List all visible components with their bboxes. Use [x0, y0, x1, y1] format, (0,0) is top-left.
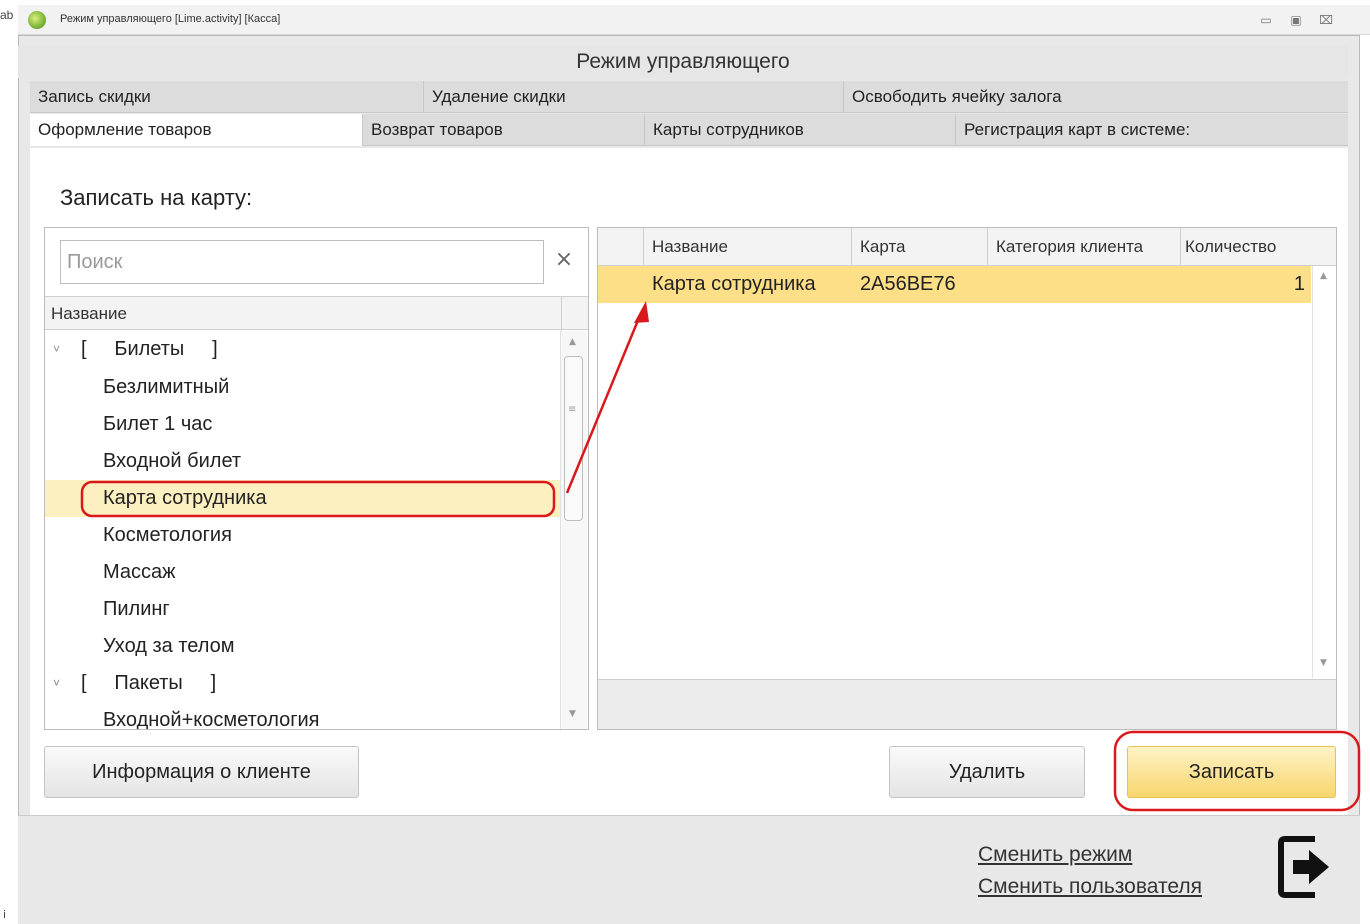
scroll-down-icon[interactable]: ▼ [1320, 658, 1327, 668]
tree-item[interactable]: Косметология [45, 517, 560, 554]
app-lime-icon [28, 11, 46, 29]
tree-item-label: Массаж [103, 561, 176, 583]
section-title: Записать на карту: [60, 185, 253, 210]
tree-scrollbar[interactable]: ▲ ≡ ▼ [560, 331, 587, 729]
tree-group-packages[interactable]: ˅ [ Пакеты ] [45, 665, 560, 702]
grid-col-quantity[interactable]: Количество [1180, 228, 1310, 266]
tab-row-top: Запись скидки Удаление скидки Освободить… [30, 81, 1348, 113]
tab-discount-delete[interactable]: Удаление скидки [424, 81, 844, 113]
change-mode-link[interactable]: Сменить режим [978, 843, 1132, 867]
tab-free-deposit-cell[interactable]: Освободить ячейку залога [844, 81, 1348, 113]
write-button[interactable]: Записать [1127, 746, 1336, 798]
grid-col-card[interactable]: Карта [851, 228, 987, 266]
tab-goods-checkout[interactable]: Оформление товаров [30, 114, 363, 146]
tab-goods-return[interactable]: Возврат товаров [363, 114, 645, 146]
tree-item[interactable]: Массаж [45, 554, 560, 591]
tree-item[interactable]: Уход за телом [45, 628, 560, 665]
grid-cell-name: Карта сотрудника [652, 273, 816, 295]
grid-footer [598, 679, 1336, 729]
footer-bar [18, 815, 1360, 924]
grip-icon: ≡ [568, 404, 577, 415]
grid-row-indicator-header [598, 228, 643, 266]
tree-item[interactable]: Безлимитный [45, 369, 560, 406]
tree-item-label: Пилинг [103, 598, 170, 620]
close-icon[interactable]: ⌧ [1318, 13, 1334, 27]
grid-col-name[interactable]: Название [643, 228, 851, 266]
tree-item-label: Косметология [103, 524, 232, 546]
tree-item[interactable]: Пилинг [45, 591, 560, 628]
maximize-icon[interactable]: ▣ [1288, 13, 1304, 27]
grid-header: Название Карта Категория клиента Количес… [598, 228, 1336, 266]
tree-group-tickets[interactable]: ˅ [ Билеты ] [45, 331, 560, 368]
column-separator [561, 297, 562, 331]
chevron-down-icon[interactable]: ˅ [53, 665, 60, 702]
background-text-fragment: ab [0, 8, 14, 22]
delete-button[interactable]: Удалить [889, 746, 1085, 798]
tab-employee-cards[interactable]: Карты сотрудников [645, 114, 956, 146]
tree-item[interactable]: Входной+косметология [45, 702, 560, 729]
minimize-icon[interactable]: ▭ [1258, 13, 1274, 27]
change-user-link[interactable]: Сменить пользователя [978, 875, 1202, 899]
scroll-up-icon[interactable]: ▲ [569, 337, 576, 347]
tree-item-label: Входной+косметология [103, 709, 320, 729]
tree-item[interactable]: Входной билет [45, 443, 560, 480]
chevron-down-icon[interactable]: ˅ [53, 331, 60, 368]
tree-item-label: Безлимитный [103, 376, 230, 398]
window-titlebar: Режим управляющего [Lime.activity] [Касс… [18, 5, 1370, 35]
scroll-up-icon[interactable]: ▲ [1320, 271, 1327, 281]
scroll-down-icon[interactable]: ▼ [569, 709, 576, 719]
tab-row-bottom: Оформление товаров Возврат товаров Карты… [30, 114, 1348, 146]
search-input[interactable] [60, 240, 544, 284]
grid-scrollbar[interactable]: ▲ ▼ [1312, 266, 1336, 678]
tree-item[interactable]: Билет 1 час [45, 406, 560, 443]
tree-item-label: Входной билет [103, 450, 242, 472]
tree-item-label: Билет 1 час [103, 413, 213, 435]
grid-cell-quantity: 1 [1293, 273, 1305, 295]
mode-header-title: Режим управляющего [18, 46, 1348, 78]
tree-item-label: Карта сотрудника [103, 487, 267, 509]
scrollbar-thumb[interactable] [564, 356, 583, 521]
background-text-fragment-bottom: i [3, 908, 7, 921]
exit-icon[interactable] [1275, 833, 1335, 901]
grid-row-selected[interactable]: Карта сотрудника 2A56BE76 1 [598, 266, 1311, 303]
clear-search-icon[interactable]: × [553, 247, 575, 273]
grid-col-client-category[interactable]: Категория клиента [987, 228, 1180, 266]
tree-header-label: Название [51, 304, 127, 323]
grid-cell-card: 2A56BE76 [860, 273, 956, 295]
tree-item-label: Уход за телом [103, 635, 235, 657]
tree-group-label: [ Пакеты ] [81, 672, 217, 694]
tree-group-label: [ Билеты ] [81, 338, 218, 360]
tab-discount-record[interactable]: Запись скидки [30, 81, 424, 113]
tab-card-registration[interactable]: Регистрация карт в системе: [956, 114, 1348, 146]
client-info-button[interactable]: Информация о клиенте [44, 746, 359, 798]
tree-item-selected[interactable]: Карта сотрудника [45, 480, 560, 517]
window-title: Режим управляющего [Lime.activity] [Касс… [60, 13, 281, 25]
tree-column-header[interactable]: Название [45, 296, 588, 331]
